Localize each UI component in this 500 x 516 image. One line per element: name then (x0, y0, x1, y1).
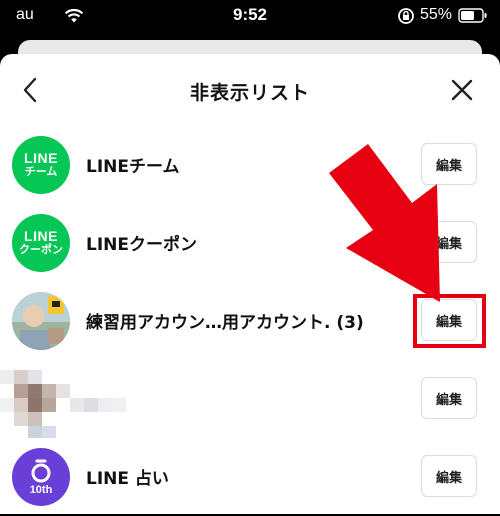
red-arrow-icon (329, 144, 440, 302)
